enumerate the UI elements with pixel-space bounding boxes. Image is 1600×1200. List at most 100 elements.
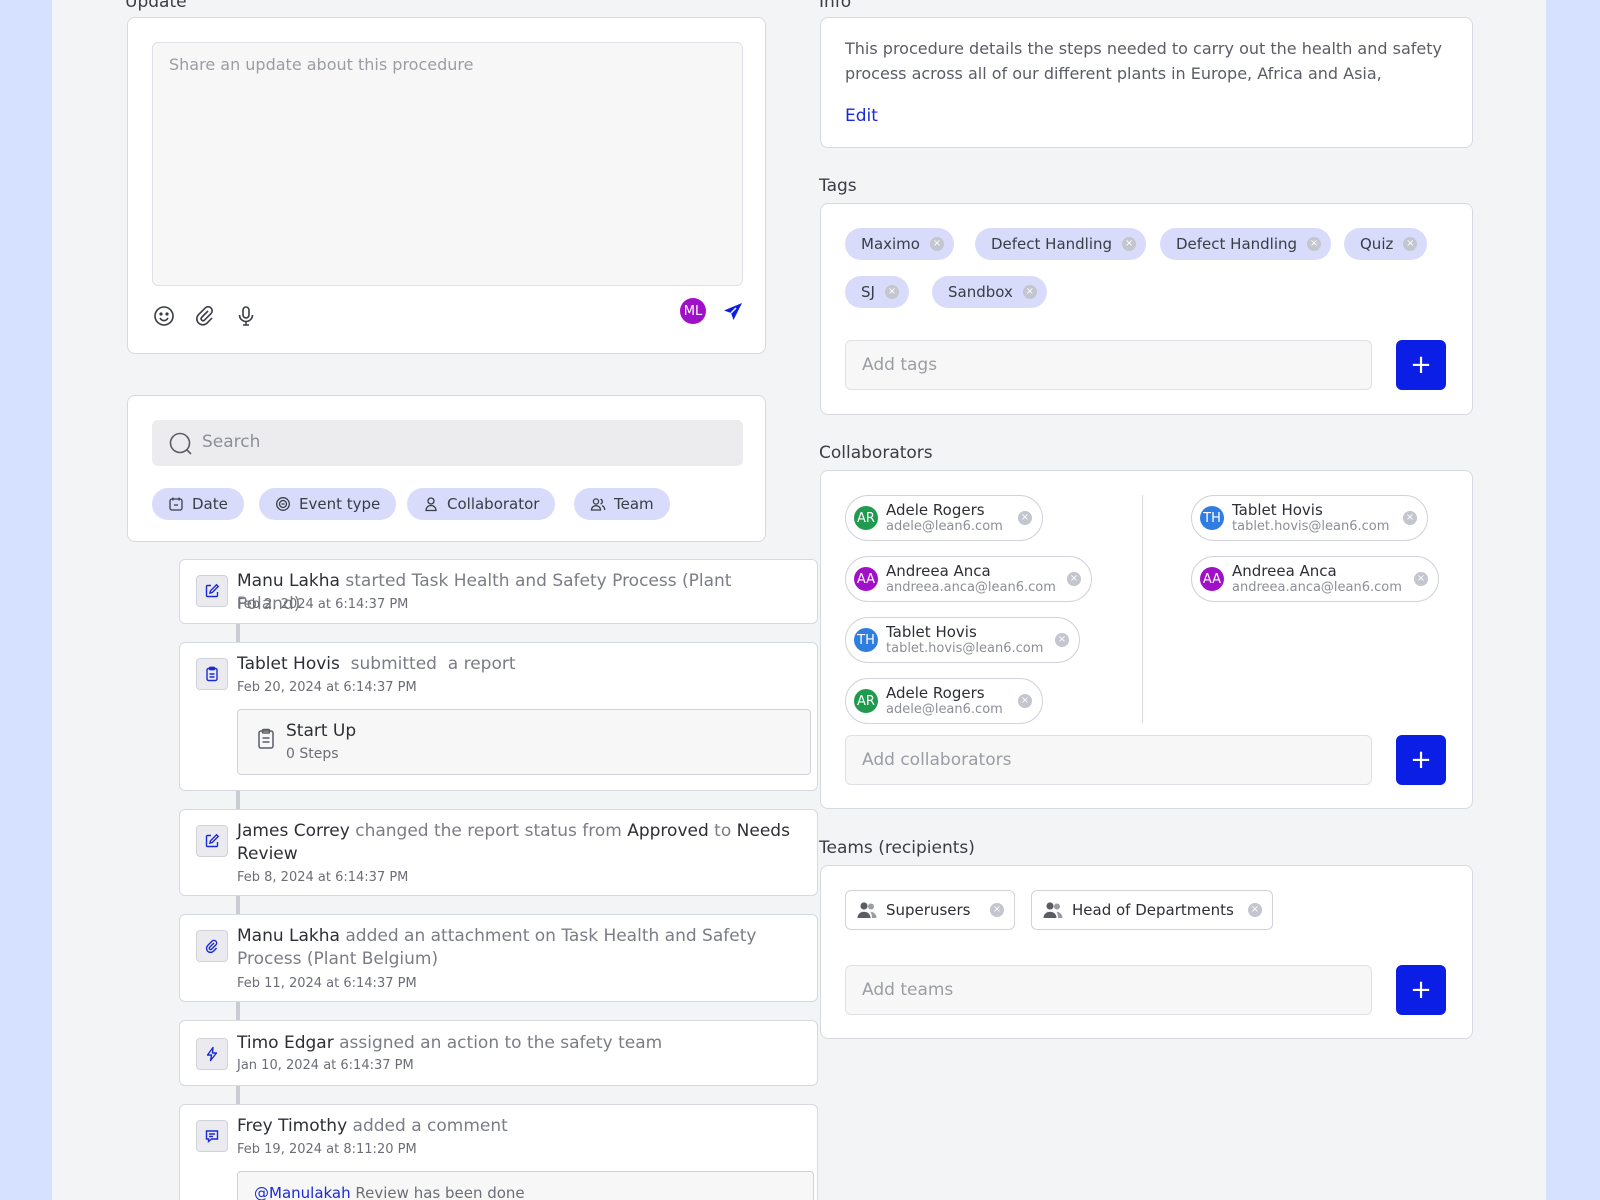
team-chip[interactable]: Head of Departments × <box>1031 890 1273 930</box>
add-teams-input[interactable]: Add teams <box>845 965 1372 1015</box>
collaborators-card: AR Adele Rogers adele@lean6.com × AA Andr… <box>820 470 1473 809</box>
lightning-icon <box>196 1038 228 1070</box>
collaborator-chip[interactable]: AA Andreea Anca andreea.anca@lean6.com × <box>1191 556 1439 602</box>
event-description: Tablet Hovis submitted a report <box>237 653 799 676</box>
tag-chip[interactable]: Quiz × <box>1344 228 1428 260</box>
remove-tag-icon[interactable]: × <box>1403 237 1418 251</box>
event-date: Feb 19, 2024 at 8:11:20 PM <box>237 1142 417 1157</box>
tag-chip[interactable]: Defect Handling × <box>1160 228 1332 260</box>
users-icon <box>1042 899 1064 921</box>
remove-collaborator-icon[interactable]: × <box>1055 633 1069 647</box>
info-section-label: Info <box>819 0 852 12</box>
filter-collaborator[interactable]: Collaborator <box>407 488 556 520</box>
event-action: to <box>708 821 737 841</box>
avatar: AA <box>1200 567 1224 591</box>
collaborator-chip[interactable]: AR Adele Rogers adele@lean6.com × <box>845 495 1043 541</box>
filter-team[interactable]: Team <box>574 488 670 520</box>
event-description: Timo Edgar assigned an action to the saf… <box>237 1032 799 1055</box>
send-icon[interactable] <box>721 300 745 324</box>
avatar: TH <box>854 628 878 652</box>
remove-tag-icon[interactable]: × <box>884 285 899 299</box>
user-icon <box>423 496 439 512</box>
remove-tag-icon[interactable]: × <box>1022 285 1037 299</box>
add-collaborator-button[interactable]: + <box>1396 735 1446 785</box>
tags-section-label: Tags <box>819 176 857 196</box>
search-icon <box>168 431 194 457</box>
clipboard-icon <box>196 658 228 690</box>
update-textarea[interactable]: Share an update about this procedure <box>152 42 743 286</box>
activity-event[interactable]: Manu Lakha added an attachment on Task H… <box>179 914 818 1002</box>
add-tags-input[interactable]: Add tags <box>845 340 1372 390</box>
collaborators-section-label: Collaborators <box>819 443 933 463</box>
activity-event[interactable]: Manu Lakha started Task Health and Safet… <box>179 559 818 624</box>
tag-chip[interactable]: Sandbox × <box>932 276 1047 308</box>
team-chip[interactable]: Superusers × <box>845 890 1015 930</box>
event-actor: Manu Lakha <box>237 926 340 946</box>
comment-mention[interactable]: @Manulakah <box>254 1184 351 1200</box>
activity-event[interactable]: Frey Timothy added a comment Feb 19, 202… <box>179 1104 818 1200</box>
edit-info-link[interactable]: Edit <box>845 106 878 126</box>
report-attachment[interactable]: Start Up 0 Steps <box>237 709 811 775</box>
event-actor: Timo Edgar <box>237 1033 334 1053</box>
column-divider <box>1142 495 1143 723</box>
info-text: This procedure details the steps needed … <box>845 39 1442 83</box>
remove-team-icon[interactable]: × <box>990 903 1004 917</box>
comment-body: @Manulakah Review has been done <box>237 1171 814 1200</box>
remove-collaborator-icon[interactable]: × <box>1414 572 1428 586</box>
filter-date[interactable]: Date <box>152 488 244 520</box>
status-from: Approved <box>627 821 709 841</box>
event-actor: Frey Timothy <box>237 1116 348 1136</box>
activity-event[interactable]: Timo Edgar assigned an action to the saf… <box>179 1020 818 1086</box>
edit-icon <box>196 825 228 857</box>
collaborator-email: tablet.hovis@lean6.com <box>1232 519 1390 534</box>
collaborator-chip[interactable]: TH Tablet Hovis tablet.hovis@lean6.com × <box>1191 495 1428 541</box>
tag-chip[interactable]: Maximo × <box>845 228 954 260</box>
collaborator-chip[interactable]: TH Tablet Hovis tablet.hovis@lean6.com × <box>845 617 1080 663</box>
collaborator-chip[interactable]: AR Adele Rogers adele@lean6.com × <box>845 678 1043 724</box>
event-type-icon <box>275 496 291 512</box>
tag-chip[interactable]: Defect Handling × <box>975 228 1147 260</box>
paperclip-icon <box>196 930 228 962</box>
remove-collaborator-icon[interactable]: × <box>1018 694 1032 708</box>
collaborator-chip[interactable]: AA Andreea Anca andreea.anca@lean6.com × <box>845 556 1092 602</box>
remove-tag-icon[interactable]: × <box>1307 237 1322 251</box>
remove-collaborator-icon[interactable]: × <box>1403 511 1417 525</box>
tag-label: Defect Handling <box>991 235 1113 253</box>
avatar: AA <box>854 567 878 591</box>
remove-tag-icon[interactable]: × <box>929 237 944 251</box>
remove-tag-icon[interactable]: × <box>1122 237 1137 251</box>
event-actor: Manu Lakha <box>237 571 340 591</box>
timeline-connector <box>236 624 240 642</box>
event-date: Feb 2, 2024 at 6:14:37 PM <box>237 597 409 612</box>
teams-card: Superusers × Head of Departments × Add t… <box>820 865 1473 1039</box>
emoji-icon[interactable] <box>152 304 176 328</box>
search-placeholder: Search <box>202 432 261 452</box>
avatar: TH <box>1200 506 1224 530</box>
tag-label: Defect Handling <box>1176 235 1298 253</box>
edit-icon <box>196 575 228 607</box>
team-name: Head of Departments <box>1072 901 1234 919</box>
remove-collaborator-icon[interactable]: × <box>1067 572 1081 586</box>
tag-chip[interactable]: SJ × <box>845 276 909 308</box>
info-card: This procedure details the steps needed … <box>820 17 1473 148</box>
timeline-connector <box>236 791 240 809</box>
activity-event[interactable]: Tablet Hovis submitted a report Feb 20, … <box>179 642 818 791</box>
update-placeholder: Share an update about this procedure <box>169 55 474 74</box>
event-actor: James Correy <box>237 821 350 841</box>
filter-event-type[interactable]: Event type <box>259 488 397 520</box>
add-teams-placeholder: Add teams <box>862 980 954 1000</box>
users-icon <box>590 496 606 512</box>
add-collaborators-input[interactable]: Add collaborators <box>845 735 1372 785</box>
add-team-button[interactable]: + <box>1396 965 1446 1015</box>
search-input[interactable]: Search <box>152 420 743 466</box>
activity-event[interactable]: James Correy changed the report status f… <box>179 809 818 896</box>
attach-icon[interactable] <box>193 304 217 328</box>
attachment-subtitle: 0 Steps <box>286 746 339 762</box>
add-tag-button[interactable]: + <box>1396 340 1446 390</box>
remove-team-icon[interactable]: × <box>1248 903 1262 917</box>
event-description: Manu Lakha added an attachment on Task H… <box>237 925 799 971</box>
collaborator-name: Andreea Anca <box>886 562 991 580</box>
remove-collaborator-icon[interactable]: × <box>1018 511 1032 525</box>
microphone-icon[interactable] <box>234 304 258 328</box>
timeline-connector <box>236 1002 240 1020</box>
